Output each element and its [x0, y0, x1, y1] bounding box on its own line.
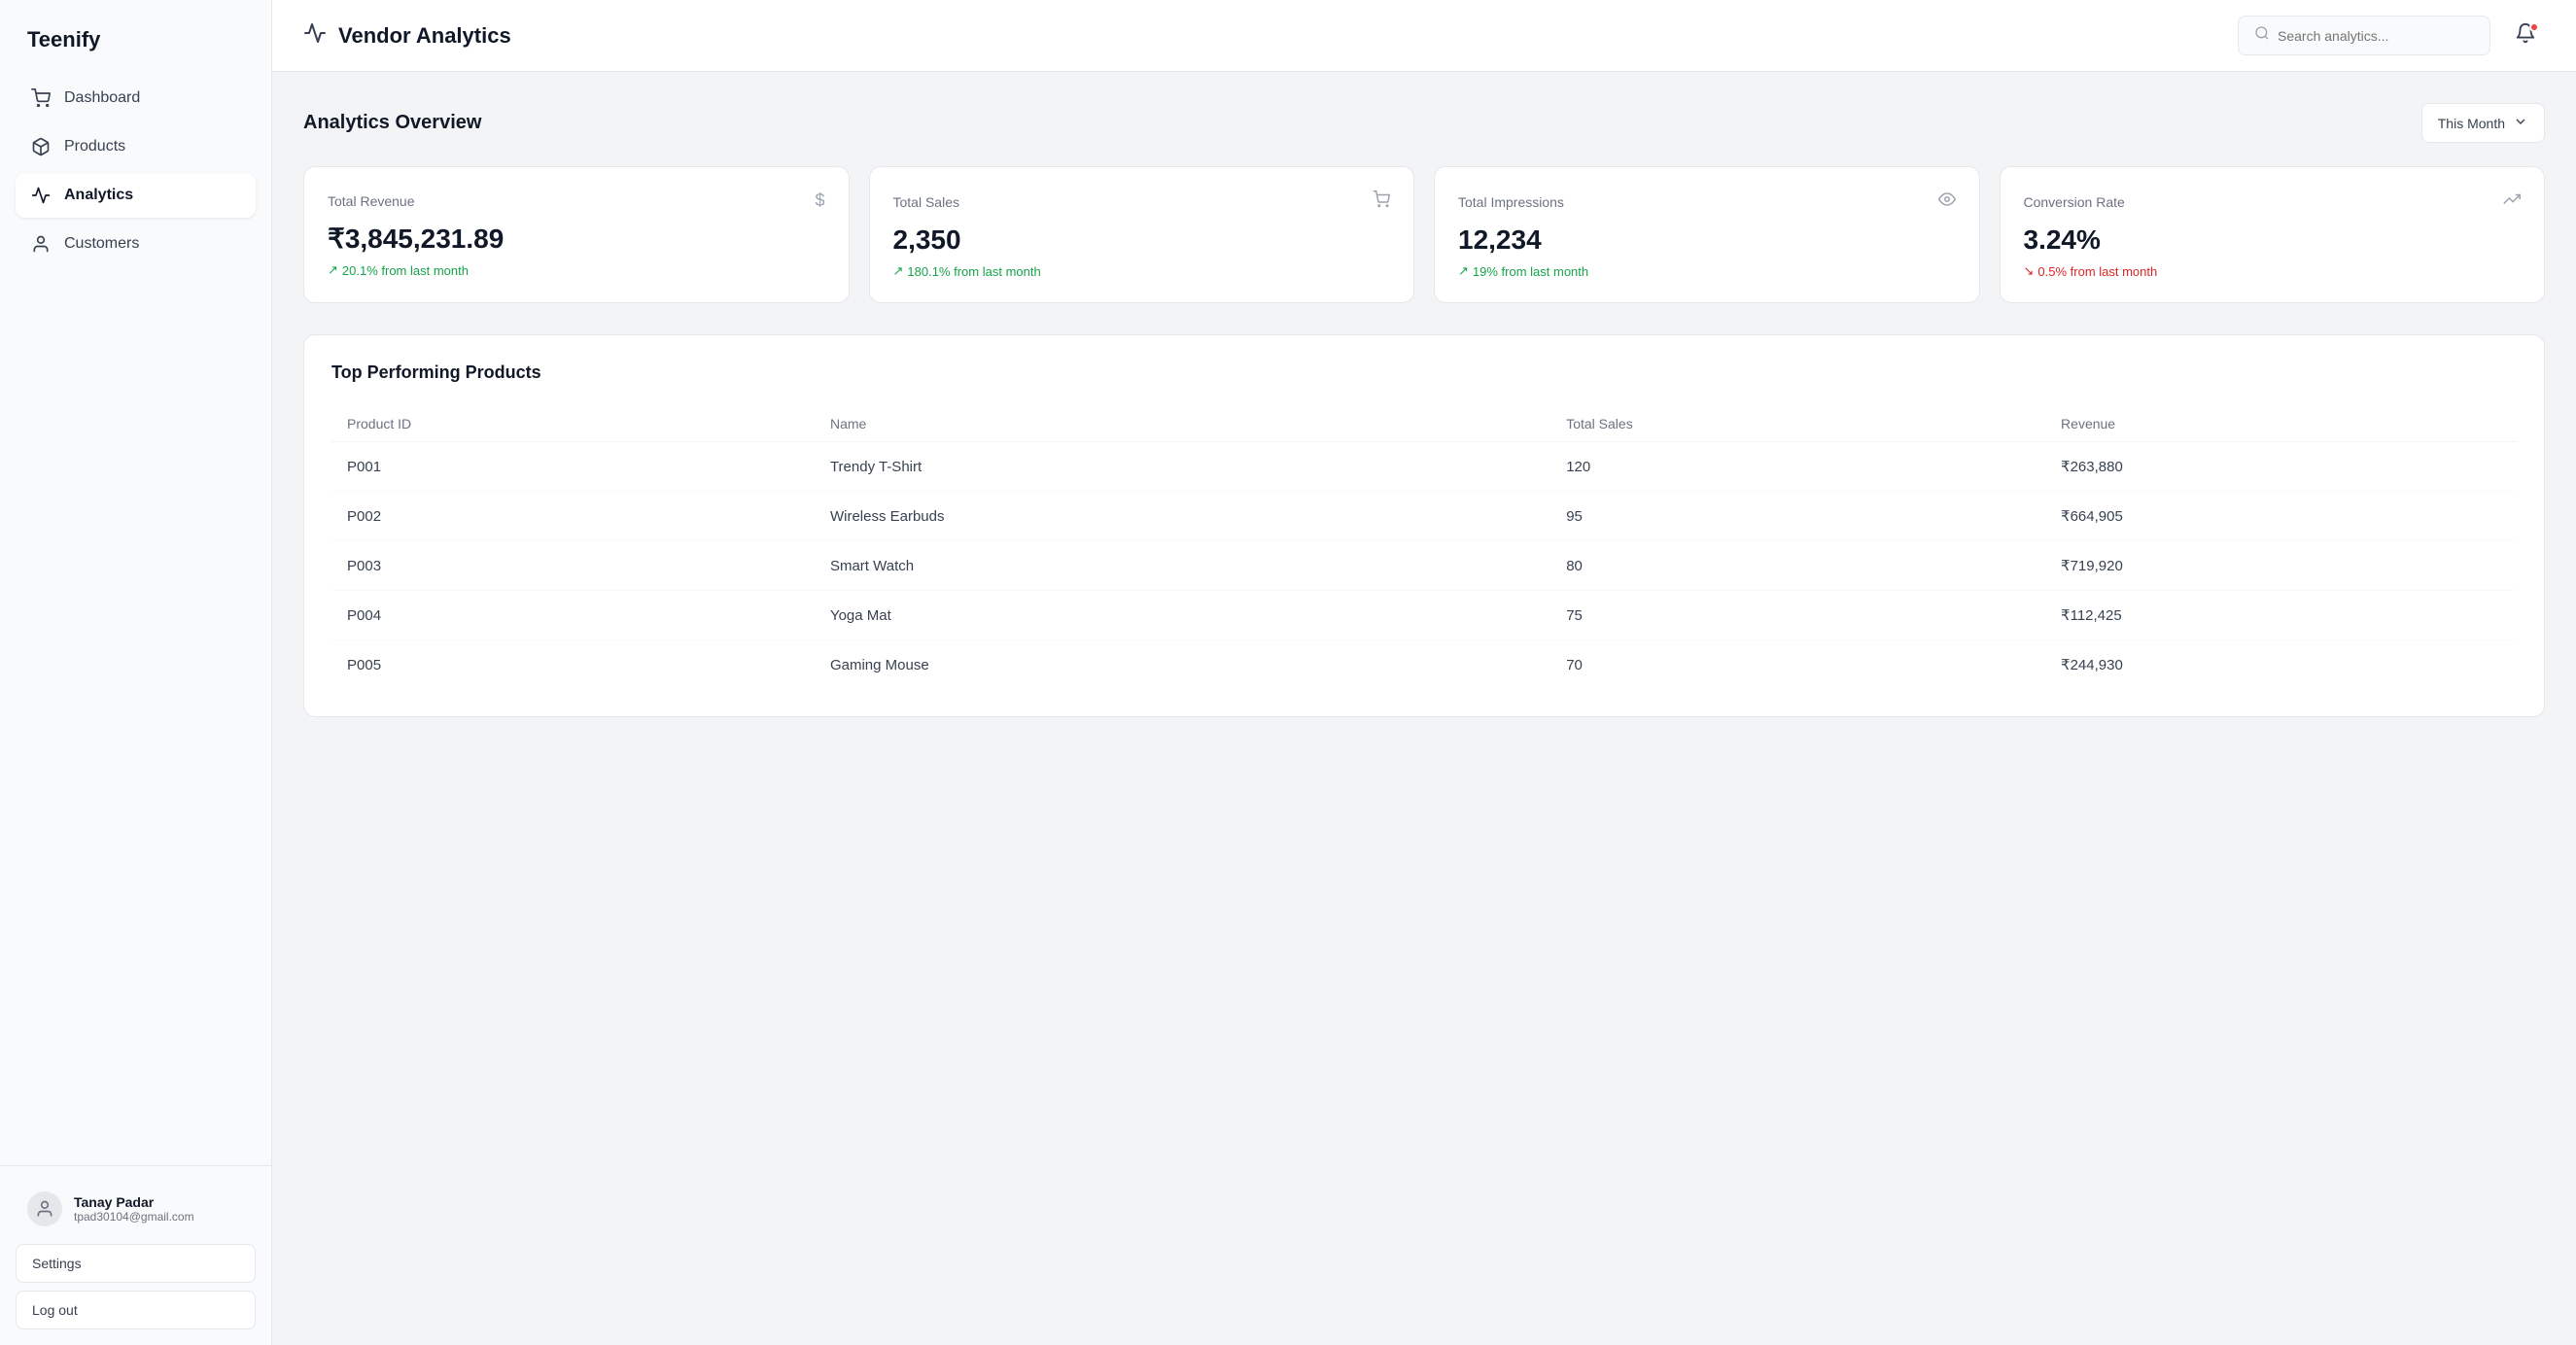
cell-product-name: Yoga Mat [815, 591, 1550, 640]
page-title: Vendor Analytics [303, 21, 511, 51]
trending-up-icon [2503, 190, 2521, 213]
stat-cards: Total Revenue $ ₹3,845,231.89 ↗ 20.1% fr… [303, 166, 2545, 303]
header: Vendor Analytics [272, 0, 2576, 72]
logout-button[interactable]: Log out [16, 1291, 256, 1329]
table-title: Top Performing Products [331, 362, 2517, 383]
cell-total-sales: 75 [1550, 591, 2045, 640]
impressions-value: 12,234 [1458, 224, 1956, 256]
stat-card-impressions: Total Impressions 12,234 ↗ 19% from last… [1434, 166, 1980, 303]
cell-product-name: Trendy T-Shirt [815, 442, 1550, 492]
cell-total-sales: 70 [1550, 640, 2045, 690]
arrow-up-icon: ↗ [893, 263, 904, 279]
settings-button[interactable]: Settings [16, 1244, 256, 1283]
cell-product-id: P004 [331, 591, 815, 640]
impressions-label: Total Impressions [1458, 194, 1564, 210]
avatar [27, 1191, 62, 1226]
user-info: Tanay Padar tpad30104@gmail.com [16, 1182, 256, 1236]
products-table: Product ID Name Total Sales Revenue P001… [331, 406, 2517, 689]
col-total-sales: Total Sales [1550, 406, 2045, 442]
sidebar-item-analytics-label: Analytics [64, 187, 133, 204]
arrow-up-icon: ↗ [1458, 263, 1469, 279]
cell-revenue: ₹664,905 [2045, 492, 2517, 541]
sidebar-footer: Tanay Padar tpad30104@gmail.com Settings… [0, 1165, 271, 1345]
box-icon [31, 137, 51, 156]
arrow-up-icon: ↗ [328, 262, 338, 278]
cell-total-sales: 95 [1550, 492, 2045, 541]
chart-icon [31, 186, 51, 205]
table-body: P001 Trendy T-Shirt 120 ₹263,880 P002 Wi… [331, 442, 2517, 690]
sidebar-item-dashboard[interactable]: Dashboard [16, 76, 256, 121]
cell-revenue: ₹263,880 [2045, 442, 2517, 492]
sidebar-item-customers-label: Customers [64, 235, 139, 253]
sidebar-item-products[interactable]: Products [16, 124, 256, 169]
sidebar-item-products-label: Products [64, 138, 125, 155]
table-row: P005 Gaming Mouse 70 ₹244,930 [331, 640, 2517, 690]
impressions-change: ↗ 19% from last month [1458, 263, 1956, 279]
cell-product-name: Wireless Earbuds [815, 492, 1550, 541]
stat-card-revenue: Total Revenue $ ₹3,845,231.89 ↗ 20.1% fr… [303, 166, 850, 303]
col-name: Name [815, 406, 1550, 442]
cell-total-sales: 120 [1550, 442, 2045, 492]
col-product-id: Product ID [331, 406, 815, 442]
table-row: P004 Yoga Mat 75 ₹112,425 [331, 591, 2517, 640]
time-filter-label: This Month [2438, 116, 2505, 131]
table-row: P001 Trendy T-Shirt 120 ₹263,880 [331, 442, 2517, 492]
cell-total-sales: 80 [1550, 541, 2045, 591]
sidebar: Teenify Dashboard Products [0, 0, 272, 1345]
cell-product-name: Gaming Mouse [815, 640, 1550, 690]
cart-icon [31, 88, 51, 108]
table-row: P003 Smart Watch 80 ₹719,920 [331, 541, 2517, 591]
revenue-value: ₹3,845,231.89 [328, 223, 825, 255]
user-email: tpad30104@gmail.com [74, 1210, 194, 1224]
user-details: Tanay Padar tpad30104@gmail.com [74, 1194, 194, 1224]
chevron-down-icon [2513, 114, 2528, 132]
arrow-down-icon: ↘ [2024, 263, 2035, 279]
user-icon [31, 234, 51, 254]
stat-card-sales: Total Sales 2,350 ↗ 180.1% from last mon… [869, 166, 1415, 303]
user-name: Tanay Padar [74, 1194, 194, 1210]
sales-value: 2,350 [893, 224, 1391, 256]
analytics-overview-header: Analytics Overview This Month [303, 103, 2545, 143]
cell-revenue: ₹244,930 [2045, 640, 2517, 690]
col-revenue: Revenue [2045, 406, 2517, 442]
sales-change: ↗ 180.1% from last month [893, 263, 1391, 279]
sidebar-nav: Dashboard Products Analytics [0, 76, 271, 1165]
header-actions [2238, 16, 2545, 55]
cell-product-id: P005 [331, 640, 815, 690]
cell-product-id: P001 [331, 442, 815, 492]
search-input[interactable] [2278, 28, 2474, 44]
content-area: Analytics Overview This Month Total Reve… [272, 72, 2576, 1345]
sales-label: Total Sales [893, 194, 959, 210]
conversion-value: 3.24% [2024, 224, 2522, 256]
revenue-change: ↗ 20.1% from last month [328, 262, 825, 278]
stat-card-conversion: Conversion Rate 3.24% ↘ 0.5% from last m… [2000, 166, 2546, 303]
top-products-section: Top Performing Products Product ID Name … [303, 334, 2545, 717]
analytics-section-title: Analytics Overview [303, 112, 481, 134]
main-content: Vendor Analytics [272, 0, 2576, 1345]
dollar-icon: $ [815, 190, 824, 211]
table-row: P002 Wireless Earbuds 95 ₹664,905 [331, 492, 2517, 541]
conversion-label: Conversion Rate [2024, 194, 2125, 210]
chart-line-icon [303, 21, 327, 51]
search-box[interactable] [2238, 16, 2490, 55]
cell-revenue: ₹719,920 [2045, 541, 2517, 591]
notification-dot [2529, 22, 2539, 32]
conversion-change: ↘ 0.5% from last month [2024, 263, 2522, 279]
table-header: Product ID Name Total Sales Revenue [331, 406, 2517, 442]
search-icon [2254, 25, 2270, 46]
cell-product-id: P003 [331, 541, 815, 591]
eye-icon [1938, 190, 1956, 213]
app-logo: Teenify [0, 0, 271, 76]
cell-revenue: ₹112,425 [2045, 591, 2517, 640]
sidebar-item-analytics[interactable]: Analytics [16, 173, 256, 218]
sidebar-item-customers[interactable]: Customers [16, 222, 256, 266]
revenue-label: Total Revenue [328, 193, 415, 209]
cell-product-name: Smart Watch [815, 541, 1550, 591]
cell-product-id: P002 [331, 492, 815, 541]
time-filter-dropdown[interactable]: This Month [2421, 103, 2545, 143]
shopping-cart-icon [1373, 190, 1390, 213]
sidebar-item-dashboard-label: Dashboard [64, 89, 140, 107]
notification-button[interactable] [2506, 17, 2545, 55]
